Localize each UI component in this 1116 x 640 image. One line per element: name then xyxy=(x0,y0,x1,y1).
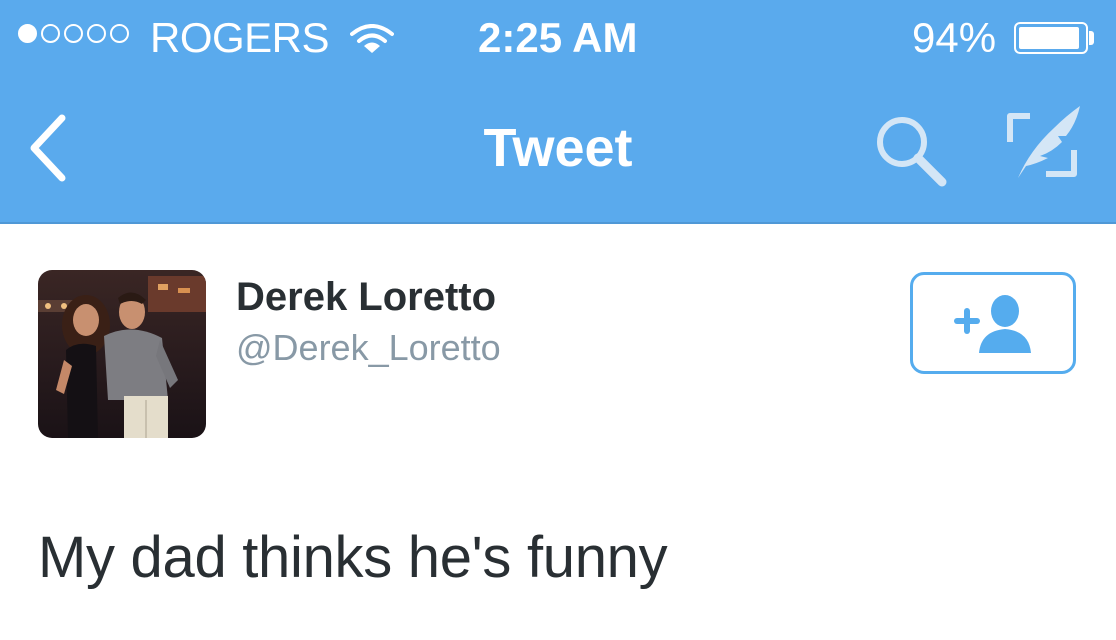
avatar-photo xyxy=(38,270,206,438)
battery-percent: 94% xyxy=(912,14,997,61)
avatar[interactable] xyxy=(38,270,206,438)
status-bar: ROGERS 2:25 AM 94% xyxy=(0,0,1116,80)
signal-dot xyxy=(87,24,106,43)
search-icon xyxy=(877,117,947,187)
compose-tweet-button[interactable] xyxy=(996,102,1086,188)
signal-dot xyxy=(18,24,37,43)
nav-bar: Tweet xyxy=(0,80,1116,222)
tweet-text: My dad thinks he's funny xyxy=(38,525,668,590)
search-button[interactable] xyxy=(872,112,952,192)
wifi-icon xyxy=(350,24,394,53)
app-header: ROGERS 2:25 AM 94% Tweet xyxy=(0,0,1116,224)
tweet-detail: Derek Loretto @Derek_Loretto My dad thin… xyxy=(0,224,1116,640)
author-display-name[interactable]: Derek Loretto xyxy=(236,274,496,320)
compose-tweet-icon xyxy=(1007,106,1080,178)
carrier-name: ROGERS xyxy=(150,14,330,61)
add-user-icon xyxy=(954,295,1031,353)
signal-dot xyxy=(110,24,129,43)
author-handle[interactable]: @Derek_Loretto xyxy=(236,327,501,369)
signal-strength-indicator xyxy=(18,24,129,43)
status-time: 2:25 AM xyxy=(478,14,638,61)
signal-dot xyxy=(41,24,60,43)
follow-button[interactable] xyxy=(910,272,1076,374)
battery-tip xyxy=(1089,31,1094,45)
battery-icon xyxy=(1014,22,1088,54)
battery-level-fill xyxy=(1019,27,1080,49)
signal-dot xyxy=(64,24,83,43)
